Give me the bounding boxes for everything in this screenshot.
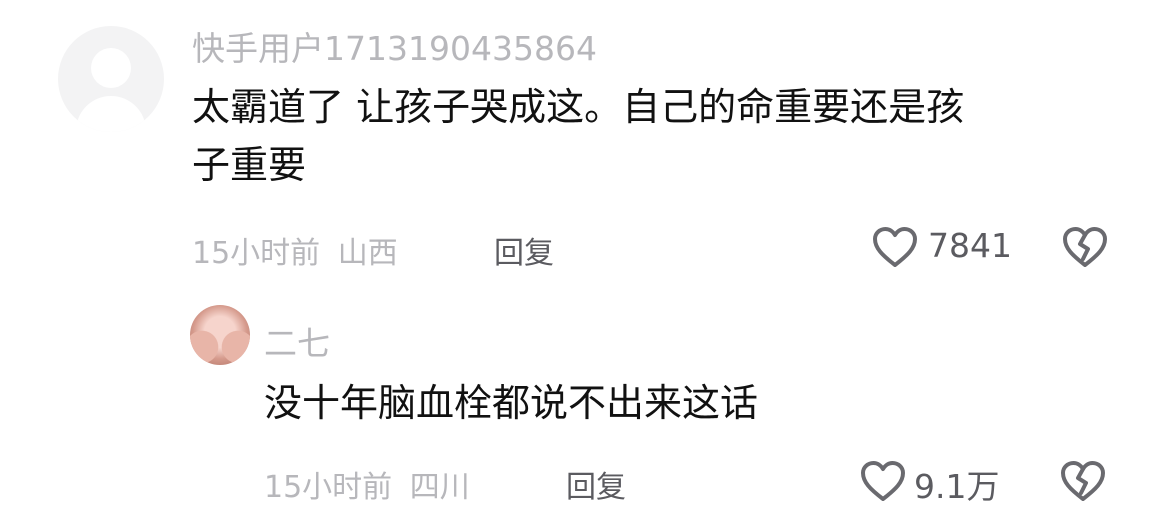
heart-outline-icon (861, 461, 905, 501)
reply-time: 15小时前 (264, 470, 393, 505)
comment-text-line1: 太霸道了 让孩子哭成这。自己的命重要还是孩 (192, 85, 965, 129)
like-count: 7841 (928, 226, 1012, 265)
avatar[interactable] (58, 26, 164, 132)
comment-location: 山西 (337, 236, 398, 271)
reply-button[interactable]: 回复 (494, 228, 554, 272)
reply-location: 四川 (409, 470, 470, 505)
comment-time: 15小时前 (192, 236, 321, 271)
comment-username[interactable]: 快手用户1713190435864 (192, 22, 597, 70)
reply-dislike-button[interactable] (1060, 460, 1106, 502)
like-button[interactable] (872, 226, 918, 268)
comment-meta: 15小时前 山西 (192, 228, 398, 272)
reply-username[interactable]: 二七 (264, 317, 330, 365)
reply-text: 没十年脑血栓都说不出来这话 (264, 381, 759, 425)
heart-outline-icon (873, 227, 917, 267)
dislike-button[interactable] (1062, 226, 1108, 268)
reply-like-button[interactable] (860, 460, 906, 502)
reply-avatar[interactable] (190, 305, 250, 365)
broken-heart-icon (1061, 461, 1105, 501)
reply-reply-button[interactable]: 回复 (566, 462, 626, 506)
reply-meta: 15小时前 四川 (264, 462, 470, 506)
comment-text-line2: 子重要 (192, 143, 307, 187)
reply-like-count: 9.1万 (914, 467, 1000, 506)
broken-heart-icon (1063, 227, 1107, 267)
